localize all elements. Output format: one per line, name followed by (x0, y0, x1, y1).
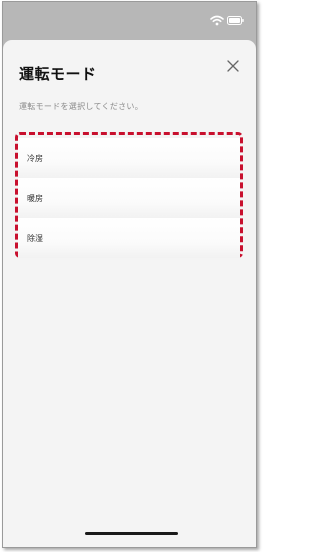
wifi-icon (210, 15, 224, 26)
close-icon (227, 60, 239, 72)
battery-icon (227, 16, 244, 25)
mode-option-label: 冷房 (27, 153, 43, 163)
status-bar (3, 2, 256, 40)
close-button[interactable] (224, 57, 242, 75)
mode-option-label: 除湿 (27, 233, 43, 243)
mode-option-heating[interactable]: 暖房 (18, 178, 240, 218)
mode-list: 冷房 暖房 除湿 (15, 132, 243, 258)
mode-option-cooling[interactable]: 冷房 (18, 138, 240, 178)
home-indicator (85, 532, 178, 535)
phone-screen: 運転モード 運転モードを選択してください。 冷房 暖房 除湿 (2, 1, 257, 548)
sheet-title: 運転モード (19, 65, 97, 83)
sheet-instruction: 運転モードを選択してください。 (19, 102, 144, 111)
mode-selection-sheet: 運転モード 運転モードを選択してください。 冷房 暖房 除湿 (3, 40, 256, 547)
mode-option-dehumidify[interactable]: 除湿 (18, 218, 240, 258)
mode-option-label: 暖房 (27, 193, 43, 203)
